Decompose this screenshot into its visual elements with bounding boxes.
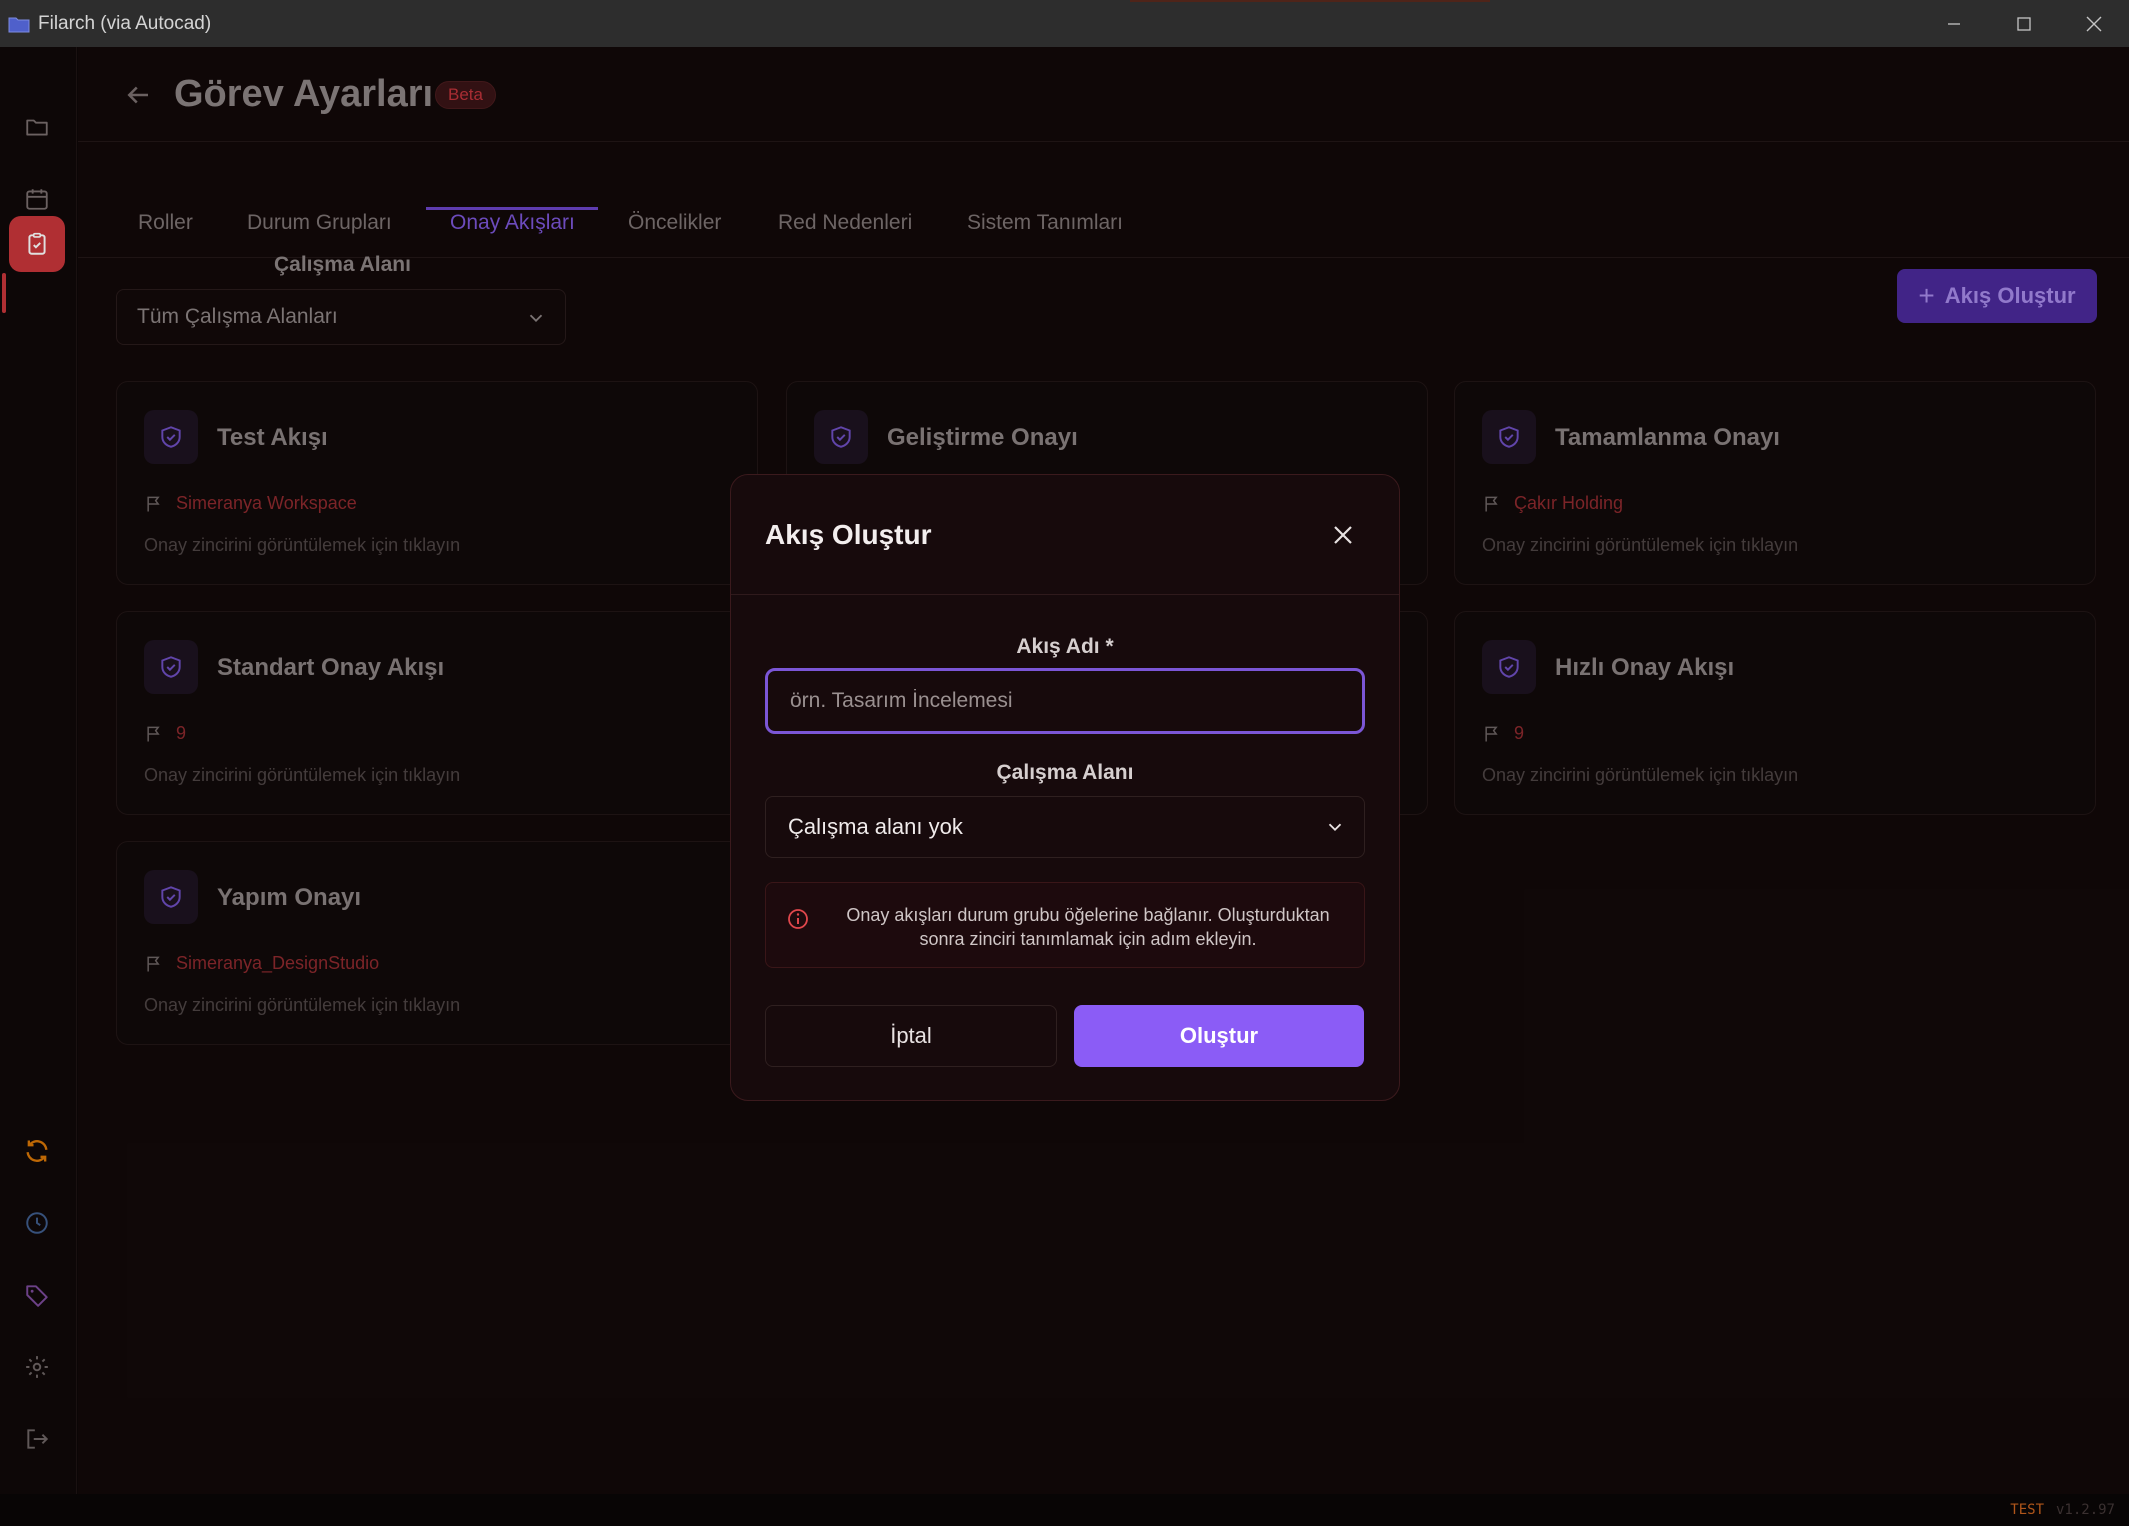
info-icon [788, 909, 808, 929]
flow-name-input[interactable] [765, 668, 1365, 734]
modal-close-button[interactable] [1329, 521, 1357, 549]
environment-label: TEST [2010, 1502, 2044, 1518]
info-notice-text: Onay akışları durum grubu öğelerine bağl… [846, 905, 1330, 949]
workspace-select[interactable]: Çalışma alanı yok [765, 796, 1365, 858]
workspace-select-value: Çalışma alanı yok [788, 814, 963, 839]
status-footer: TEST v1.2.97 [0, 1494, 2129, 1526]
version-label: v1.2.97 [2055, 1502, 2115, 1518]
modal-header: Akış Oluştur [731, 475, 1399, 595]
create-button[interactable]: Oluştur [1074, 1005, 1364, 1067]
flow-name-label: Akış Adı * [1016, 635, 1114, 658]
chevron-down-icon [1328, 823, 1342, 832]
create-flow-modal: Akış Oluştur Akış Adı * Çalışma Alanı Ça… [730, 474, 1400, 1101]
info-notice: Onay akışları durum grubu öğelerine bağl… [765, 882, 1365, 968]
close-icon [1334, 526, 1352, 544]
workspace-label: Çalışma Alanı [996, 761, 1134, 784]
cancel-button[interactable]: İptal [765, 1005, 1057, 1067]
modal-title: Akış Oluştur [765, 519, 932, 550]
